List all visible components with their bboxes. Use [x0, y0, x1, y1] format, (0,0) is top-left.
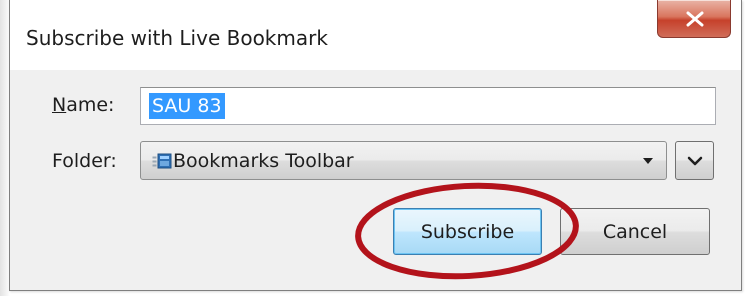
close-x-icon [686, 11, 704, 27]
folder-label: Folder: [52, 150, 117, 172]
name-selected-text: SAU 83 [149, 93, 225, 119]
name-label: Name: [52, 94, 114, 116]
dialog-titlebar: Subscribe with Live Bookmark [10, 0, 741, 70]
name-input[interactable]: SAU 83 [140, 87, 716, 125]
dialog-title: Subscribe with Live Bookmark [26, 26, 328, 50]
folder-select[interactable]: Bookmarks Toolbar [140, 141, 667, 180]
name-label-rest: ame: [66, 94, 115, 116]
dialog-body: Name: SAU 83 Folder: Bookmarks Toolbar S… [10, 70, 741, 290]
chevron-down-icon [687, 156, 703, 166]
close-button[interactable] [657, 0, 731, 38]
subscribe-button[interactable]: Subscribe [393, 208, 542, 255]
subscribe-dialog: Subscribe with Live Bookmark Name: SAU 8… [9, 0, 742, 291]
cancel-button[interactable]: Cancel [560, 208, 710, 255]
name-access-key: N [52, 94, 67, 116]
dropdown-arrow-icon [643, 158, 653, 164]
screenshot-stage: Subscribe with Live Bookmark Name: SAU 8… [0, 0, 749, 296]
bookmarks-toolbar-icon [152, 153, 172, 169]
folder-selected-value: Bookmarks Toolbar [173, 150, 354, 172]
folder-tree-expander-button[interactable] [675, 141, 714, 180]
